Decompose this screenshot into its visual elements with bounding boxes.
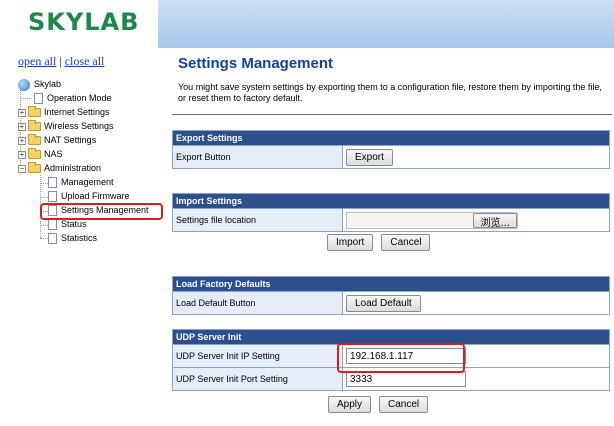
open-all-link[interactable]: open all (18, 54, 56, 68)
page-description: You might save system settings by export… (178, 82, 602, 103)
expand-plus-icon[interactable]: + (18, 122, 26, 131)
logo-area: SKYLAB (0, 0, 158, 48)
udp-port-input[interactable] (346, 371, 466, 387)
tree-node-label: NAT Settings (44, 135, 97, 145)
import-settings-table: Import Settings Settings file location 浏… (172, 193, 610, 232)
load-default-cell: Load Default (342, 291, 610, 315)
tree-toolbar: open all | close all (18, 54, 104, 69)
open-folder-icon (28, 162, 41, 173)
close-all-link[interactable]: close all (65, 54, 105, 68)
tree-item-upload-firmware[interactable]: Upload Firmware (48, 190, 130, 203)
import-settings-header: Import Settings (172, 193, 610, 209)
link-separator: | (59, 54, 62, 68)
tree-connector (40, 238, 48, 239)
browse-button[interactable]: 浏览... (473, 212, 517, 229)
tree-node-label: Operation Mode (47, 93, 112, 103)
export-settings-header: Export Settings (172, 130, 610, 146)
highlight-box-settings-management (40, 203, 163, 220)
udp-ip-label: UDP Server Init IP Setting (172, 344, 343, 368)
page-icon (34, 93, 43, 104)
tree-item-management[interactable]: Management (48, 176, 114, 189)
folder-icon (28, 106, 41, 117)
tree-connector (40, 183, 48, 184)
tree-connector (20, 98, 32, 99)
expand-plus-icon[interactable]: + (18, 150, 26, 159)
udp-button-row: Apply Cancel (328, 396, 429, 413)
tree-item-wireless-settings[interactable]: + Wireless Settings (18, 120, 114, 133)
tree-connector (40, 225, 48, 226)
tree-item-nat-settings[interactable]: + NAT Settings (18, 134, 96, 147)
tree-node-label: Skylab (34, 79, 62, 89)
header-banner (158, 0, 614, 48)
folder-icon (28, 120, 41, 131)
export-value-cell: Export (342, 145, 610, 169)
file-location-cell: 浏览... (342, 208, 610, 232)
export-settings-table: Export Settings Export Button Export (172, 130, 610, 169)
tree-root-skylab[interactable]: Skylab (18, 78, 61, 91)
skylab-logo: SKYLAB (28, 8, 140, 36)
udp-cancel-button[interactable]: Cancel (379, 396, 429, 413)
file-chooser[interactable]: 浏览... (346, 211, 518, 229)
folder-icon (28, 148, 41, 159)
factory-defaults-table: Load Factory Defaults Load Default Butto… (172, 276, 610, 315)
tree-item-operation-mode[interactable]: Operation Mode (34, 92, 112, 105)
tree-node-label: Internet Settings (44, 107, 110, 117)
load-default-label: Load Default Button (172, 291, 343, 315)
export-button-label: Export Button (172, 145, 343, 169)
page-title: Settings Management (178, 55, 334, 72)
globe-icon (18, 78, 30, 91)
settings-file-location-label: Settings file location (172, 208, 343, 232)
page-icon (48, 219, 57, 230)
load-default-button[interactable]: Load Default (346, 294, 421, 312)
export-button[interactable]: Export (346, 148, 393, 166)
apply-button[interactable]: Apply (328, 396, 372, 413)
tree-node-label: NAS (44, 149, 63, 159)
tree-node-label: Upload Firmware (61, 191, 130, 201)
import-button[interactable]: Import (327, 234, 374, 251)
tree-node-label: Statistics (61, 233, 98, 243)
tree-node-label: Management (61, 177, 114, 187)
page-icon (48, 233, 57, 244)
factory-defaults-header: Load Factory Defaults (172, 276, 610, 292)
collapse-minus-icon[interactable]: − (18, 164, 26, 173)
expand-plus-icon[interactable]: + (18, 136, 26, 145)
title-divider (172, 114, 612, 115)
tree-item-internet-settings[interactable]: + Internet Settings (18, 106, 110, 119)
tree-item-nas[interactable]: + NAS (18, 148, 63, 161)
page-icon (48, 177, 57, 188)
import-cancel-button[interactable]: Cancel (381, 234, 431, 251)
tree-item-statistics[interactable]: Statistics (48, 232, 97, 245)
tree-connector (40, 197, 48, 198)
page-icon (48, 191, 57, 202)
tree-node-label: Wireless Settings (44, 121, 114, 131)
folder-icon (28, 134, 41, 145)
tree-item-administration[interactable]: − Administration (18, 162, 101, 175)
highlight-box-udp-ip (337, 343, 465, 373)
udp-port-label: UDP Server Init Port Setting (172, 367, 343, 391)
import-button-row: Import Cancel (327, 234, 431, 251)
expand-plus-icon[interactable]: + (18, 108, 26, 117)
tree-node-label: Administration (44, 163, 102, 173)
